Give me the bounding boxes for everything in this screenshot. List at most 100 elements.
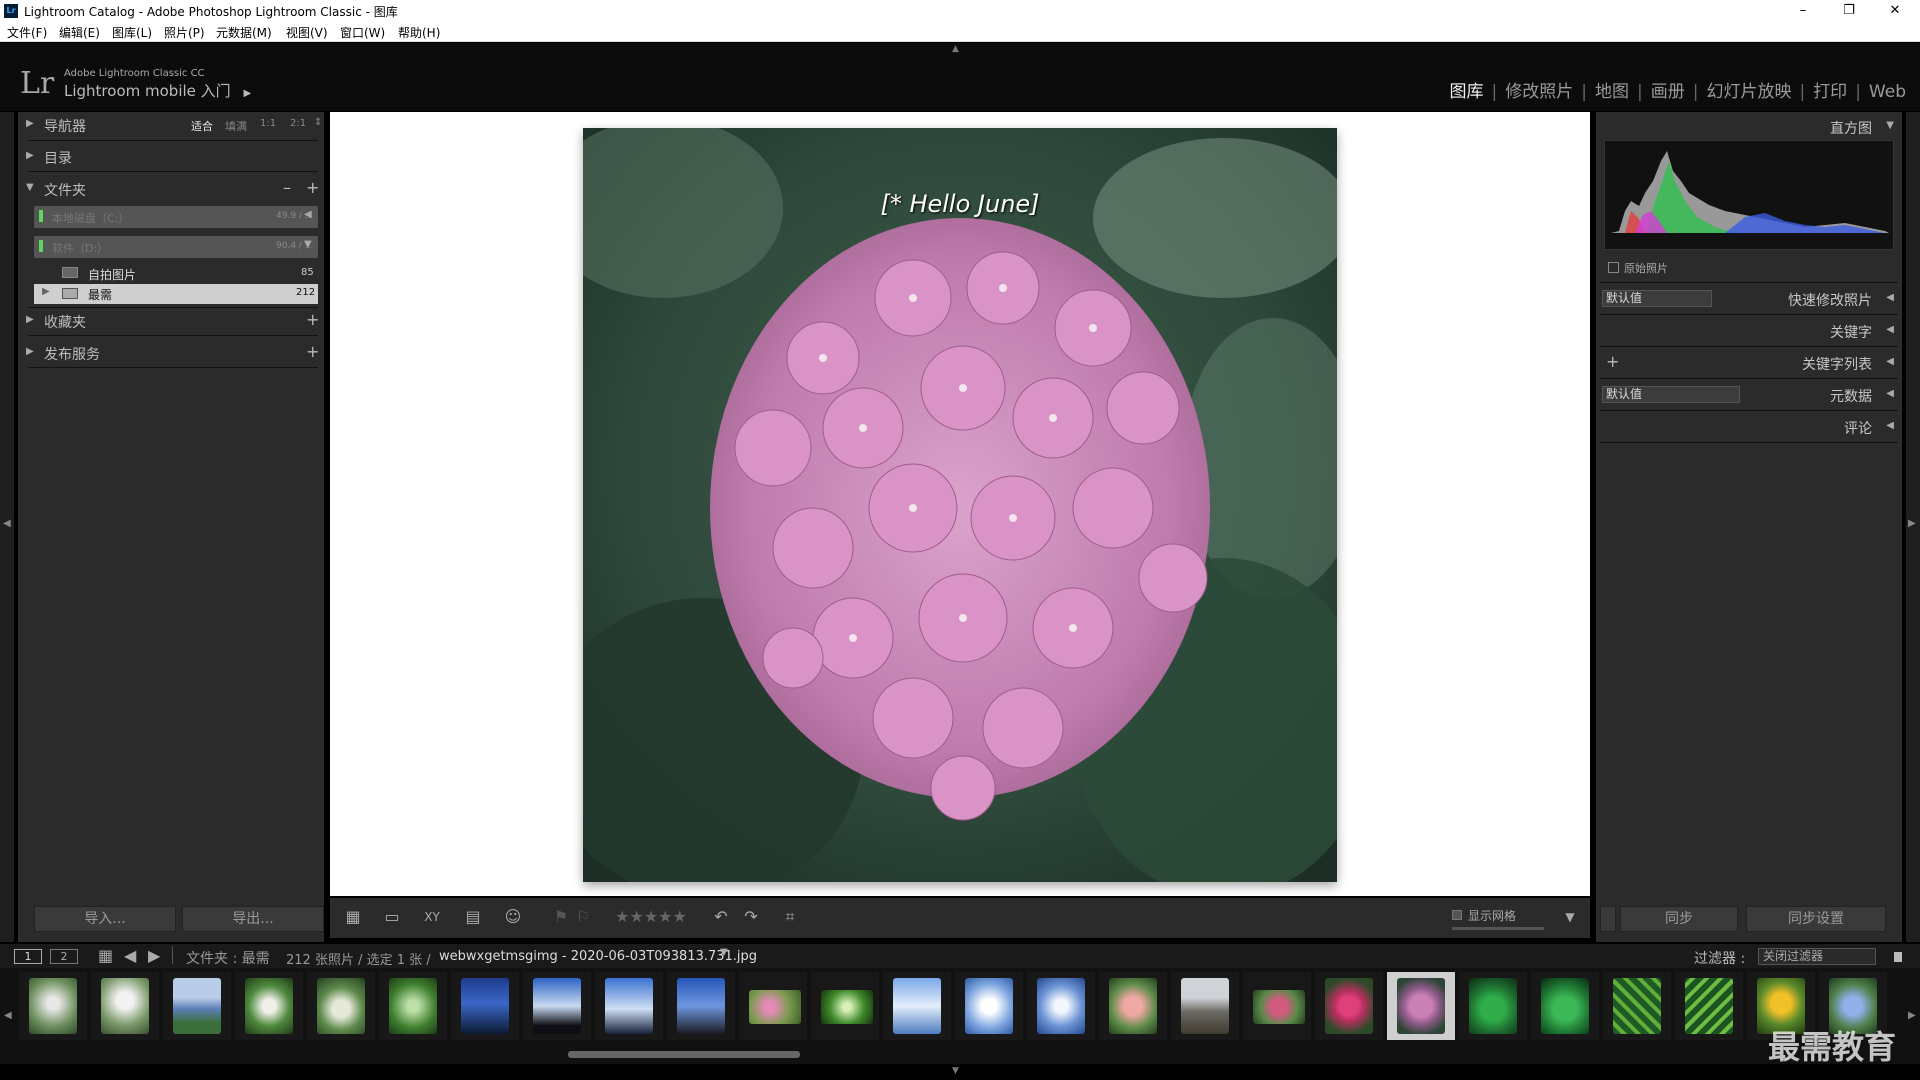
filmstrip-thumbnail-selected[interactable]	[1397, 978, 1445, 1034]
menu-help[interactable]: 帮助(H)	[398, 24, 440, 41]
filmstrip-thumbnail[interactable]	[677, 978, 725, 1034]
filmstrip-thumbnail[interactable]	[1253, 990, 1305, 1024]
keyword-list-header[interactable]: + 关键字列表 ◀	[1596, 348, 1902, 378]
survey-view-icon[interactable]: ▤	[458, 906, 488, 928]
filmstrip-thumbnail[interactable]	[533, 978, 581, 1034]
back-arrow-icon[interactable]: ◀	[124, 946, 136, 965]
publish-header[interactable]: ▶ 发布服务 +	[18, 340, 324, 366]
module-book[interactable]: 画册	[1651, 82, 1685, 102]
zoom-2-1[interactable]: 2:1	[290, 118, 306, 129]
filter-lock-icon[interactable]	[1894, 952, 1902, 962]
filmstrip-thumbnail[interactable]	[605, 978, 653, 1034]
filmstrip-thumbnail[interactable]	[317, 978, 365, 1034]
forward-arrow-icon[interactable]: ▶	[148, 946, 160, 965]
import-button[interactable]: 导入...	[34, 906, 176, 932]
folder-expand-icon[interactable]: ▶	[42, 286, 50, 297]
navigator-header[interactable]: ▶ 导航器 适合 填满 1:1 2:1 ⇕	[18, 112, 324, 138]
zoom-dropdown-icon[interactable]: ⇕	[314, 117, 322, 128]
histogram-graph[interactable]	[1604, 140, 1894, 250]
add-folder-button[interactable]: +	[306, 178, 319, 197]
filmstrip-thumbnail[interactable]	[1325, 978, 1373, 1034]
module-slideshow[interactable]: 幻灯片放映	[1706, 82, 1791, 102]
original-photo-checkbox[interactable]	[1608, 262, 1619, 273]
collections-header[interactable]: ▶ 收藏夹 +	[18, 308, 324, 334]
filmstrip-thumbnail[interactable]	[1541, 978, 1589, 1034]
menu-view[interactable]: 视图(V)	[286, 24, 328, 41]
sync-toggle[interactable]	[1600, 906, 1616, 932]
filmstrip-thumbnail[interactable]	[173, 978, 221, 1034]
menu-edit[interactable]: 编辑(E)	[59, 24, 100, 41]
export-button[interactable]: 导出...	[182, 906, 324, 932]
selected-filename[interactable]: webwxgetmsgimg - 2020-06-03T093813.731.j…	[439, 949, 757, 964]
rotate-left-icon[interactable]: ↶	[708, 906, 734, 928]
filmstrip-thumbnail[interactable]	[965, 978, 1013, 1034]
sync-settings-button[interactable]: 同步设置	[1746, 906, 1886, 932]
remove-folder-button[interactable]: –	[283, 178, 291, 197]
filmstrip-thumbnail[interactable]	[1685, 978, 1733, 1034]
comments-header[interactable]: 评论 ◀	[1596, 412, 1902, 442]
filename-dropdown-icon[interactable]: ▼	[720, 947, 728, 958]
filmstrip-thumbnail[interactable]	[461, 978, 509, 1034]
filmstrip-thumbnail[interactable]	[1181, 978, 1229, 1034]
histogram-header[interactable]: 直方图 ▼	[1596, 112, 1902, 142]
grid-view-icon[interactable]: ▦	[98, 946, 113, 965]
keywording-header[interactable]: 关键字 ◀	[1596, 316, 1902, 346]
volume-d[interactable]: 软件（D:） 90.4 / ... ▼	[34, 236, 318, 258]
menu-metadata[interactable]: 元数据(M)	[216, 24, 272, 41]
module-web[interactable]: Web	[1869, 82, 1906, 102]
menu-photo[interactable]: 照片(P)	[164, 24, 205, 41]
filmstrip-scroll-right-icon[interactable]: ▶	[1908, 1010, 1916, 1021]
volume-expand-icon[interactable]: ▼	[304, 239, 312, 250]
main-window-button[interactable]: 1	[14, 949, 42, 964]
metadata-preset-select[interactable]: 默认值	[1602, 386, 1740, 403]
rotate-right-icon[interactable]: ↷	[738, 906, 764, 928]
people-view-icon[interactable]: ☺	[498, 906, 528, 928]
volume-expand-icon[interactable]: ◀	[304, 209, 312, 220]
filmstrip-thumbnail[interactable]	[821, 990, 873, 1024]
filmstrip-thumbnail[interactable]	[1469, 978, 1517, 1034]
module-develop[interactable]: 修改照片	[1505, 82, 1573, 102]
sync-button[interactable]: 同步	[1620, 906, 1738, 932]
folder-item[interactable]: 自拍图片 85	[34, 264, 318, 284]
minimize-button[interactable]: –	[1780, 0, 1826, 22]
volume-c[interactable]: 本地磁盘（C:） 49.9 / ... ◀	[34, 206, 318, 228]
main-photo[interactable]: [* Hello June]	[583, 128, 1337, 882]
add-collection-button[interactable]: +	[306, 310, 319, 329]
close-button[interactable]: ✕	[1872, 0, 1918, 22]
filmstrip-scroll-left-icon[interactable]: ◀	[4, 1010, 12, 1021]
folders-header[interactable]: ▼ 文件夹 – +	[18, 176, 324, 202]
grid-size-slider[interactable]	[1452, 927, 1544, 930]
menu-file[interactable]: 文件(F)	[7, 24, 47, 41]
filmstrip-thumbnail[interactable]	[1037, 978, 1085, 1034]
identity-main-text[interactable]: Lightroom mobile 入门 ▶	[64, 80, 251, 101]
toolbar-menu-chevron-icon[interactable]: ▼	[1560, 906, 1580, 928]
metadata-header[interactable]: 默认值 元数据 ◀	[1596, 380, 1902, 410]
filmstrip-thumbnail[interactable]	[29, 978, 77, 1034]
show-grid-checkbox[interactable]	[1452, 910, 1462, 920]
quick-develop-header[interactable]: 默认值 快速修改照片 ◀	[1596, 284, 1902, 314]
filmstrip-thumbnail[interactable]	[245, 978, 293, 1034]
grid-view-icon[interactable]: ▦	[338, 906, 368, 928]
collapse-right-arrow-icon[interactable]: ▶	[1908, 518, 1916, 529]
zoom-1-1[interactable]: 1:1	[260, 118, 276, 129]
menu-window[interactable]: 窗口(W)	[340, 24, 385, 41]
filmstrip-thumbnail[interactable]	[389, 978, 437, 1034]
second-window-button[interactable]: 2	[50, 949, 78, 964]
star-rating[interactable]: ★★★★★	[608, 906, 694, 928]
filmstrip-thumbnail[interactable]	[101, 978, 149, 1034]
crop-icon[interactable]: ⌗	[776, 906, 804, 928]
module-print[interactable]: 打印	[1813, 82, 1847, 102]
collapse-bottom-arrow-icon[interactable]: ▼	[952, 1066, 959, 1076]
source-label[interactable]: 文件夹 : 最需	[186, 948, 270, 968]
filmstrip-thumbnail[interactable]	[893, 978, 941, 1034]
flag-icon[interactable]: ⚑	[552, 906, 570, 928]
quick-develop-preset-select[interactable]: 默认值	[1602, 290, 1712, 307]
add-publish-button[interactable]: +	[306, 342, 319, 361]
filmstrip-thumbnail[interactable]	[749, 990, 801, 1024]
collapse-left-arrow-icon[interactable]: ◀	[3, 518, 11, 529]
restore-button[interactable]: ❐	[1826, 0, 1872, 22]
zoom-fit[interactable]: 适合	[191, 118, 213, 134]
menu-library[interactable]: 图库(L)	[112, 24, 152, 41]
filmstrip-scrollbar-thumb[interactable]	[568, 1051, 800, 1058]
catalog-header[interactable]: ▶ 目录	[18, 144, 324, 170]
